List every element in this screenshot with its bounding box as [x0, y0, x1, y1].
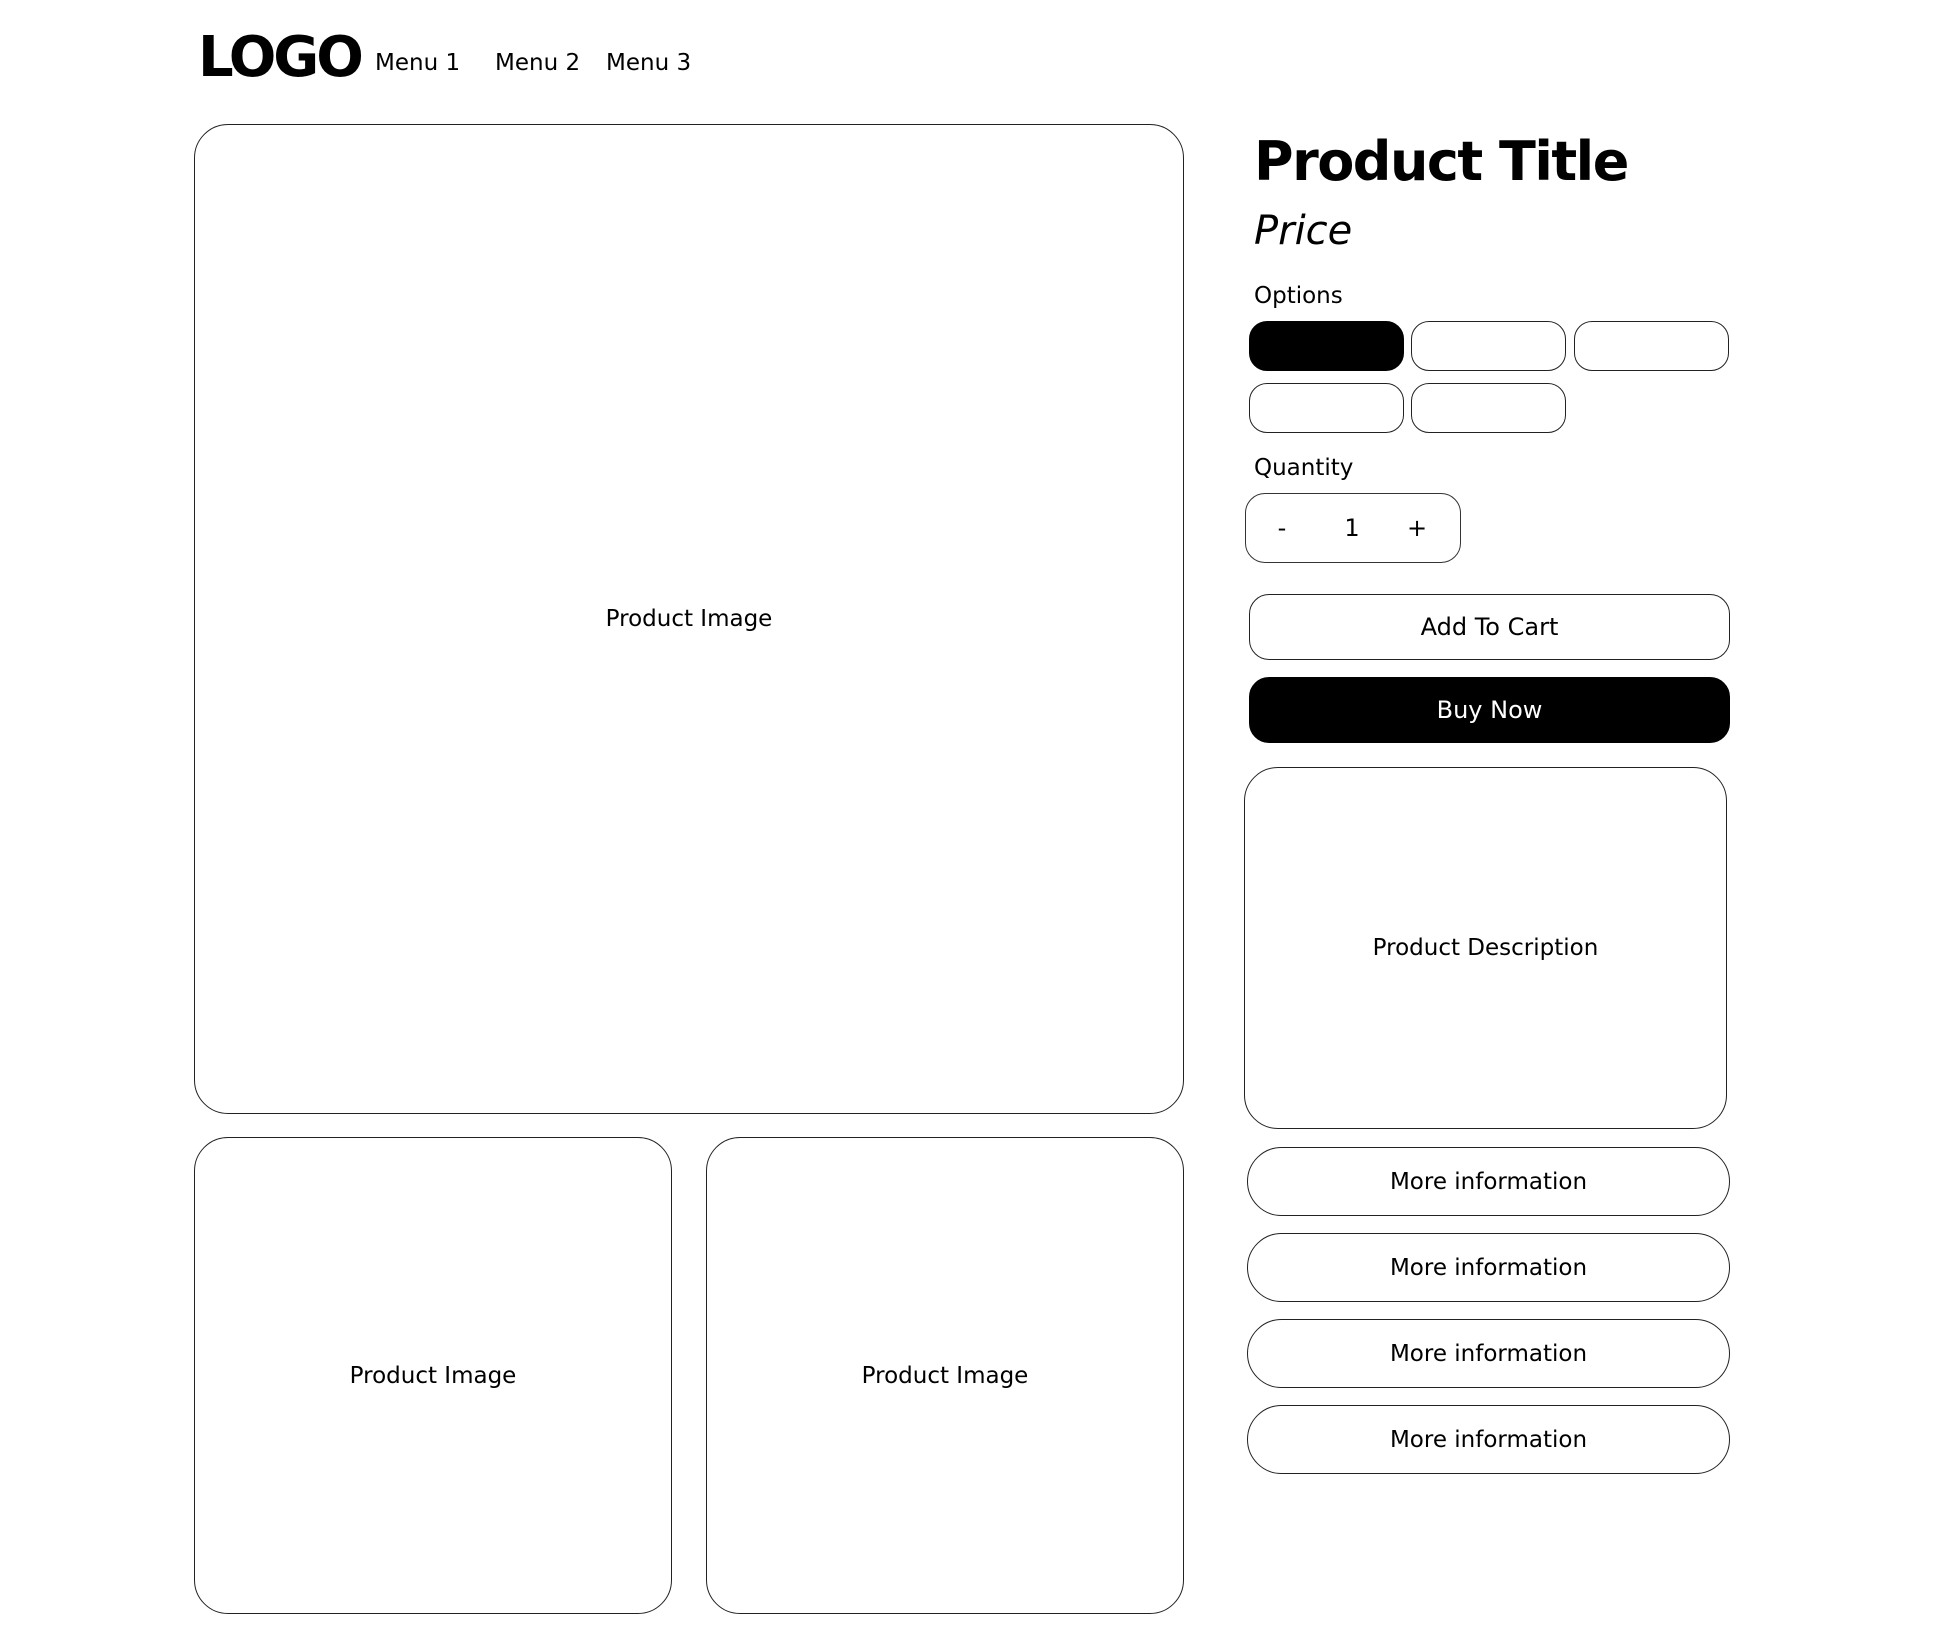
option-pill-4[interactable]	[1249, 383, 1404, 433]
option-pill-2[interactable]	[1411, 321, 1566, 371]
option-pill-1[interactable]	[1249, 321, 1404, 371]
product-thumbnail-1[interactable]: Product Image	[194, 1137, 672, 1614]
nav-menu-1[interactable]: Menu 1	[375, 48, 460, 78]
more-info-button-3[interactable]: More information	[1247, 1319, 1730, 1388]
option-pill-5[interactable]	[1411, 383, 1566, 433]
buy-now-button[interactable]: Buy Now	[1249, 677, 1730, 743]
option-pill-3[interactable]	[1574, 321, 1729, 371]
quantity-decrement-button[interactable]: -	[1278, 514, 1287, 542]
more-info-button-4[interactable]: More information	[1247, 1405, 1730, 1474]
quantity-increment-button[interactable]: +	[1407, 514, 1427, 542]
product-price: Price	[1254, 208, 1353, 254]
add-to-cart-button[interactable]: Add To Cart	[1249, 594, 1730, 660]
product-description-text: Product Description	[1372, 935, 1599, 961]
product-title: Product Title	[1254, 130, 1629, 193]
product-description: Product Description	[1244, 767, 1727, 1129]
quantity-label: Quantity	[1254, 455, 1354, 481]
logo[interactable]: LOGO	[198, 26, 364, 90]
options-label: Options	[1254, 283, 1343, 309]
more-info-button-2[interactable]: More information	[1247, 1233, 1730, 1302]
more-info-button-1[interactable]: More information	[1247, 1147, 1730, 1216]
quantity-stepper: - 1 +	[1245, 493, 1461, 563]
main-product-image[interactable]: Product Image	[194, 124, 1184, 1114]
product-thumbnail-label: Product Image	[861, 1362, 1029, 1389]
nav-menu-3[interactable]: Menu 3	[606, 48, 691, 78]
quantity-value[interactable]: 1	[1344, 514, 1359, 542]
main-product-image-label: Product Image	[605, 606, 773, 632]
nav-menu-2[interactable]: Menu 2	[495, 48, 580, 78]
product-thumbnail-label: Product Image	[349, 1362, 517, 1389]
product-thumbnail-2[interactable]: Product Image	[706, 1137, 1184, 1614]
